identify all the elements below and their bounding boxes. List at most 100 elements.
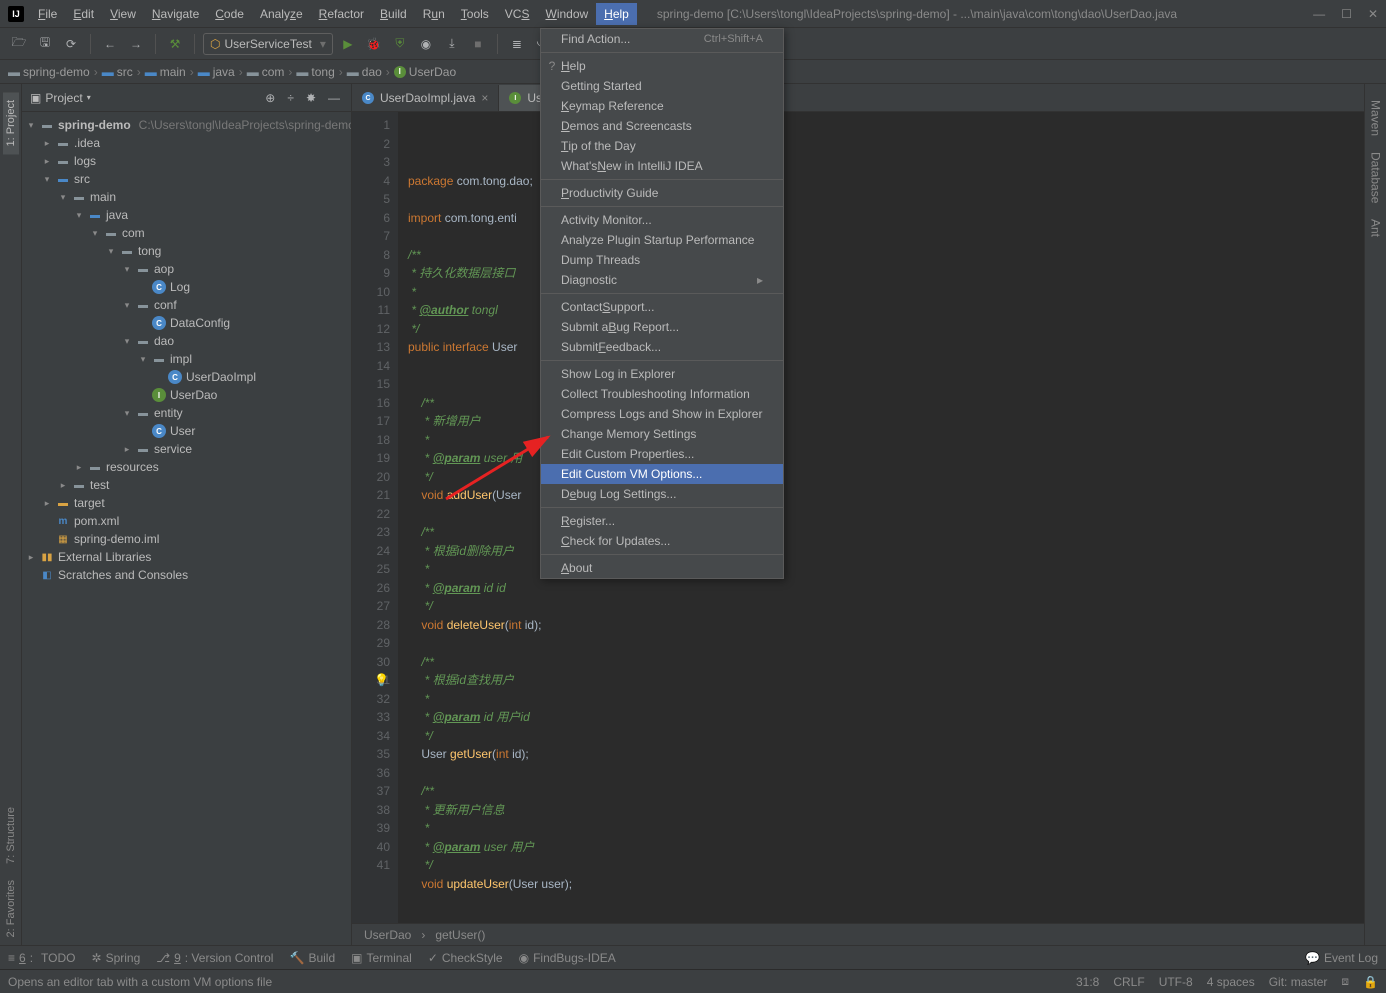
- status-caret-pos[interactable]: 31:8: [1076, 975, 1099, 989]
- menu-help-item[interactable]: ?Help: [541, 56, 783, 76]
- menu-compress-logs[interactable]: Compress Logs and Show in Explorer: [541, 404, 783, 424]
- menu-demos[interactable]: Demos and Screencasts: [541, 116, 783, 136]
- menu-build[interactable]: Build: [372, 3, 415, 25]
- menu-tools[interactable]: Tools: [453, 3, 497, 25]
- back-icon[interactable]: ←: [99, 33, 121, 55]
- run-icon[interactable]: ▶: [337, 33, 359, 55]
- bc-item[interactable]: ▬ dao: [347, 65, 382, 79]
- tool-spring[interactable]: ✲ Spring: [92, 951, 141, 965]
- menu-find-action[interactable]: Find Action...Ctrl+Shift+A: [541, 29, 783, 49]
- menu-keymap-reference[interactable]: Keymap Reference: [541, 96, 783, 116]
- status-git-branch[interactable]: Git: master: [1269, 975, 1328, 989]
- debug-icon[interactable]: 🐞: [363, 33, 385, 55]
- menu-tip-of-day[interactable]: Tip of the Day: [541, 136, 783, 156]
- right-tab-database[interactable]: Database: [1367, 144, 1385, 211]
- menu-productivity-guide[interactable]: Productivity Guide: [541, 183, 783, 203]
- project-tree[interactable]: ▾▬spring-demoC:\Users\tongl\IdeaProjects…: [22, 112, 351, 945]
- hide-icon[interactable]: —: [325, 91, 343, 105]
- tool-todo[interactable]: ≡ 6: TODO: [8, 951, 76, 965]
- menu-about[interactable]: About: [541, 558, 783, 578]
- attach-icon[interactable]: ⤓: [441, 33, 463, 55]
- coverage-icon[interactable]: ⛨: [389, 33, 411, 55]
- menu-navigate[interactable]: Navigate: [144, 3, 207, 25]
- menu-register[interactable]: Register...: [541, 511, 783, 531]
- menu-show-log[interactable]: Show Log in Explorer: [541, 364, 783, 384]
- editor-body[interactable]: 1234567891011121314151617181920212223242…: [352, 112, 1364, 923]
- status-notifications-icon[interactable]: ⧈: [1341, 974, 1349, 989]
- menu-analyze[interactable]: Analyze: [252, 3, 311, 25]
- menu-getting-started[interactable]: Getting Started: [541, 76, 783, 96]
- folder-icon: ▬: [198, 65, 210, 79]
- right-tab-maven[interactable]: Maven: [1367, 92, 1385, 144]
- menu-check-updates[interactable]: Check for Updates...: [541, 531, 783, 551]
- left-tool-gutter: 1: Project 7: Structure 2: Favorites: [0, 84, 22, 945]
- tool-eventlog[interactable]: 💬 Event Log: [1305, 951, 1378, 965]
- status-encoding[interactable]: UTF-8: [1159, 975, 1193, 989]
- lock-icon[interactable]: 🔒: [1363, 975, 1378, 989]
- open-file-icon[interactable]: 🗁: [8, 33, 30, 55]
- menu-code[interactable]: Code: [207, 3, 252, 25]
- intention-bulb-icon[interactable]: 💡: [374, 671, 389, 690]
- menu-edit[interactable]: Edit: [65, 3, 102, 25]
- tool-version-control[interactable]: ⎇ 9: Version Control: [156, 951, 273, 965]
- minimize-icon[interactable]: —: [1313, 7, 1325, 21]
- menu-view[interactable]: View: [102, 3, 144, 25]
- menu-collect-ts[interactable]: Collect Troubleshooting Information: [541, 384, 783, 404]
- tool-findbugs[interactable]: ◉ FindBugs-IDEA: [519, 951, 616, 965]
- bc-item[interactable]: ▬ java: [198, 65, 235, 79]
- bc-item[interactable]: ▬ src: [102, 65, 133, 79]
- right-tab-ant[interactable]: Ant: [1367, 211, 1385, 245]
- evaluate-icon[interactable]: ≣: [506, 33, 528, 55]
- tool-terminal[interactable]: ▣ Terminal: [351, 951, 412, 965]
- menu-activity-monitor[interactable]: Activity Monitor...: [541, 210, 783, 230]
- profile-icon[interactable]: ◉: [415, 33, 437, 55]
- menu-file[interactable]: File: [30, 3, 65, 25]
- select-opened-file-icon[interactable]: ⊕: [262, 91, 278, 105]
- tool-checkstyle[interactable]: ✓ CheckStyle: [428, 951, 503, 965]
- run-configuration-selector[interactable]: ⬡ UserServiceTest ▾: [203, 33, 333, 55]
- project-panel-title[interactable]: ▣ Project ▾: [30, 91, 91, 105]
- status-indent[interactable]: 4 spaces: [1207, 975, 1255, 989]
- left-tab-favorites[interactable]: 2: Favorites: [3, 872, 19, 945]
- build-icon[interactable]: ⚒: [164, 33, 186, 55]
- editor-tab[interactable]: C UserDaoImpl.java ×: [352, 85, 499, 111]
- menu-contact-support[interactable]: Contact Support...: [541, 297, 783, 317]
- forward-icon[interactable]: →: [125, 33, 147, 55]
- left-tab-project[interactable]: 1: Project: [3, 92, 19, 154]
- breadcrumb-class[interactable]: UserDao: [364, 928, 411, 942]
- stop-icon[interactable]: ■: [467, 33, 489, 55]
- menu-change-memory[interactable]: Change Memory Settings: [541, 424, 783, 444]
- close-icon[interactable]: ✕: [1368, 7, 1378, 21]
- menu-run[interactable]: Run: [415, 3, 453, 25]
- sync-icon[interactable]: ⟳: [60, 33, 82, 55]
- menu-edit-vm-options[interactable]: Edit Custom VM Options...: [541, 464, 783, 484]
- tool-build[interactable]: 🔨 Build: [289, 951, 335, 965]
- menu-whats-new[interactable]: What's New in IntelliJ IDEA: [541, 156, 783, 176]
- menu-analyze-plugin[interactable]: Analyze Plugin Startup Performance: [541, 230, 783, 250]
- folder-icon: ▬: [56, 136, 70, 150]
- bc-item[interactable]: ▬ main: [145, 65, 186, 79]
- menu-submit-feedback[interactable]: Submit Feedback...: [541, 337, 783, 357]
- breadcrumb-method[interactable]: getUser(): [435, 928, 485, 942]
- menu-submit-bug[interactable]: Submit a Bug Report...: [541, 317, 783, 337]
- save-all-icon[interactable]: 🖫: [34, 33, 56, 55]
- menu-vcs[interactable]: VCS: [497, 3, 538, 25]
- bc-item[interactable]: ▬ tong: [296, 65, 334, 79]
- gear-icon[interactable]: ✸: [303, 91, 319, 105]
- bc-item[interactable]: ▬ com: [247, 65, 285, 79]
- left-tab-structure[interactable]: 7: Structure: [3, 799, 19, 872]
- menu-refactor[interactable]: Refactor: [311, 3, 372, 25]
- menu-help[interactable]: Help: [596, 3, 637, 25]
- menu-window[interactable]: Window: [537, 3, 596, 25]
- bottom-tool-tabs: ≡ 6: TODO ✲ Spring ⎇ 9: Version Control …: [0, 945, 1386, 969]
- close-tab-icon[interactable]: ×: [481, 91, 488, 105]
- menu-edit-properties[interactable]: Edit Custom Properties...: [541, 444, 783, 464]
- menu-debug-log[interactable]: Debug Log Settings...: [541, 484, 783, 504]
- menu-diagnostic[interactable]: Diagnostic▸: [541, 270, 783, 290]
- maximize-icon[interactable]: ☐: [1341, 7, 1352, 21]
- expand-all-icon[interactable]: ÷: [284, 91, 297, 105]
- bc-item[interactable]: I UserDao: [394, 65, 456, 79]
- bc-item[interactable]: ▬ spring-demo: [8, 65, 90, 79]
- status-line-ending[interactable]: CRLF: [1113, 975, 1144, 989]
- menu-dump-threads[interactable]: Dump Threads: [541, 250, 783, 270]
